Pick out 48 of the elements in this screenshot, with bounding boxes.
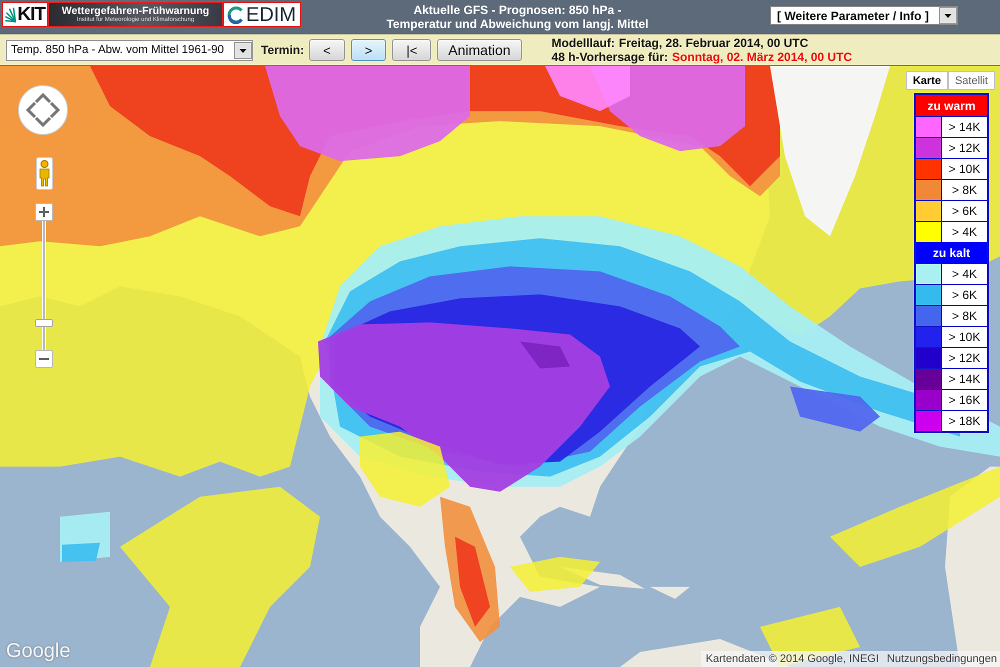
parameter-dropdown[interactable]: Temp. 850 hPa - Abw. vom Mittel 1961-90 bbox=[6, 40, 253, 60]
run-label: 48 h-Vorhersage für: bbox=[552, 50, 668, 64]
terms-link[interactable]: Nutzungsbedingungen bbox=[886, 653, 997, 665]
toolbar-button[interactable]: Animation bbox=[437, 39, 522, 61]
page-title: Aktuelle GFS - Prognosen: 850 hPa - bbox=[413, 3, 622, 17]
legend-label: > 14K bbox=[948, 119, 982, 136]
page-title: Temperatur und Abweichung vom langj. Mittel bbox=[386, 17, 648, 31]
logo-text: EDIM bbox=[246, 4, 296, 26]
fan-icon bbox=[5, 6, 16, 22]
legend-label: > 4K bbox=[950, 266, 978, 283]
legend-label: > 14K bbox=[948, 371, 982, 388]
toolbar-button[interactable]: > bbox=[350, 39, 386, 61]
ring-icon bbox=[227, 6, 245, 24]
legend-label: > 8K bbox=[950, 182, 978, 199]
map-type-tab[interactable]: Karte bbox=[906, 71, 948, 90]
caret-icon[interactable] bbox=[939, 7, 957, 24]
legend-heading: zu warm bbox=[916, 95, 987, 116]
legend-label: > 6K bbox=[950, 203, 978, 220]
toolbar-button[interactable]: |< bbox=[392, 39, 432, 61]
legend-label: > 18K bbox=[948, 413, 982, 430]
termin-label: Termin: bbox=[261, 43, 304, 57]
run-date: Sonntag, 02. März 2014, 00 UTC bbox=[672, 50, 852, 64]
plus-icon bbox=[39, 207, 49, 217]
logo-text: KIT bbox=[17, 4, 45, 24]
attribution-text: Kartendaten © 2014 Google, INEGI bbox=[706, 653, 879, 665]
pan-arrows-icon[interactable] bbox=[18, 85, 68, 135]
legend-label: > 10K bbox=[948, 329, 982, 346]
legend-label: > 10K bbox=[948, 161, 982, 178]
person-icon[interactable] bbox=[36, 157, 53, 190]
legend-label: > 4K bbox=[950, 224, 978, 241]
slider-handle[interactable] bbox=[35, 319, 53, 328]
legend-label: > 12K bbox=[948, 350, 982, 367]
legend-label: > 12K bbox=[948, 140, 982, 157]
legend-label: > 16K bbox=[948, 392, 982, 409]
info-dropdown[interactable]: [ Weitere Parameter / Info ] bbox=[770, 6, 958, 25]
banner-title: Wettergefahren-Frühwarnung bbox=[62, 5, 210, 17]
run-date: Freitag, 28. Februar 2014, 00 UTC bbox=[618, 36, 808, 50]
map-type-tab[interactable]: Satellit bbox=[948, 71, 995, 90]
legend-label: > 8K bbox=[950, 308, 978, 325]
map-logo: Google bbox=[6, 640, 70, 662]
run-label: Modelllauf: bbox=[552, 36, 615, 50]
minus-icon bbox=[39, 358, 49, 360]
legend-heading: zu kalt bbox=[916, 242, 987, 263]
toolbar-button[interactable]: < bbox=[309, 39, 345, 61]
caret-icon[interactable] bbox=[234, 42, 252, 58]
zoom-out-button[interactable] bbox=[35, 350, 53, 368]
legend-label: > 6K bbox=[950, 287, 978, 304]
zoom-in-button[interactable] bbox=[35, 203, 53, 221]
